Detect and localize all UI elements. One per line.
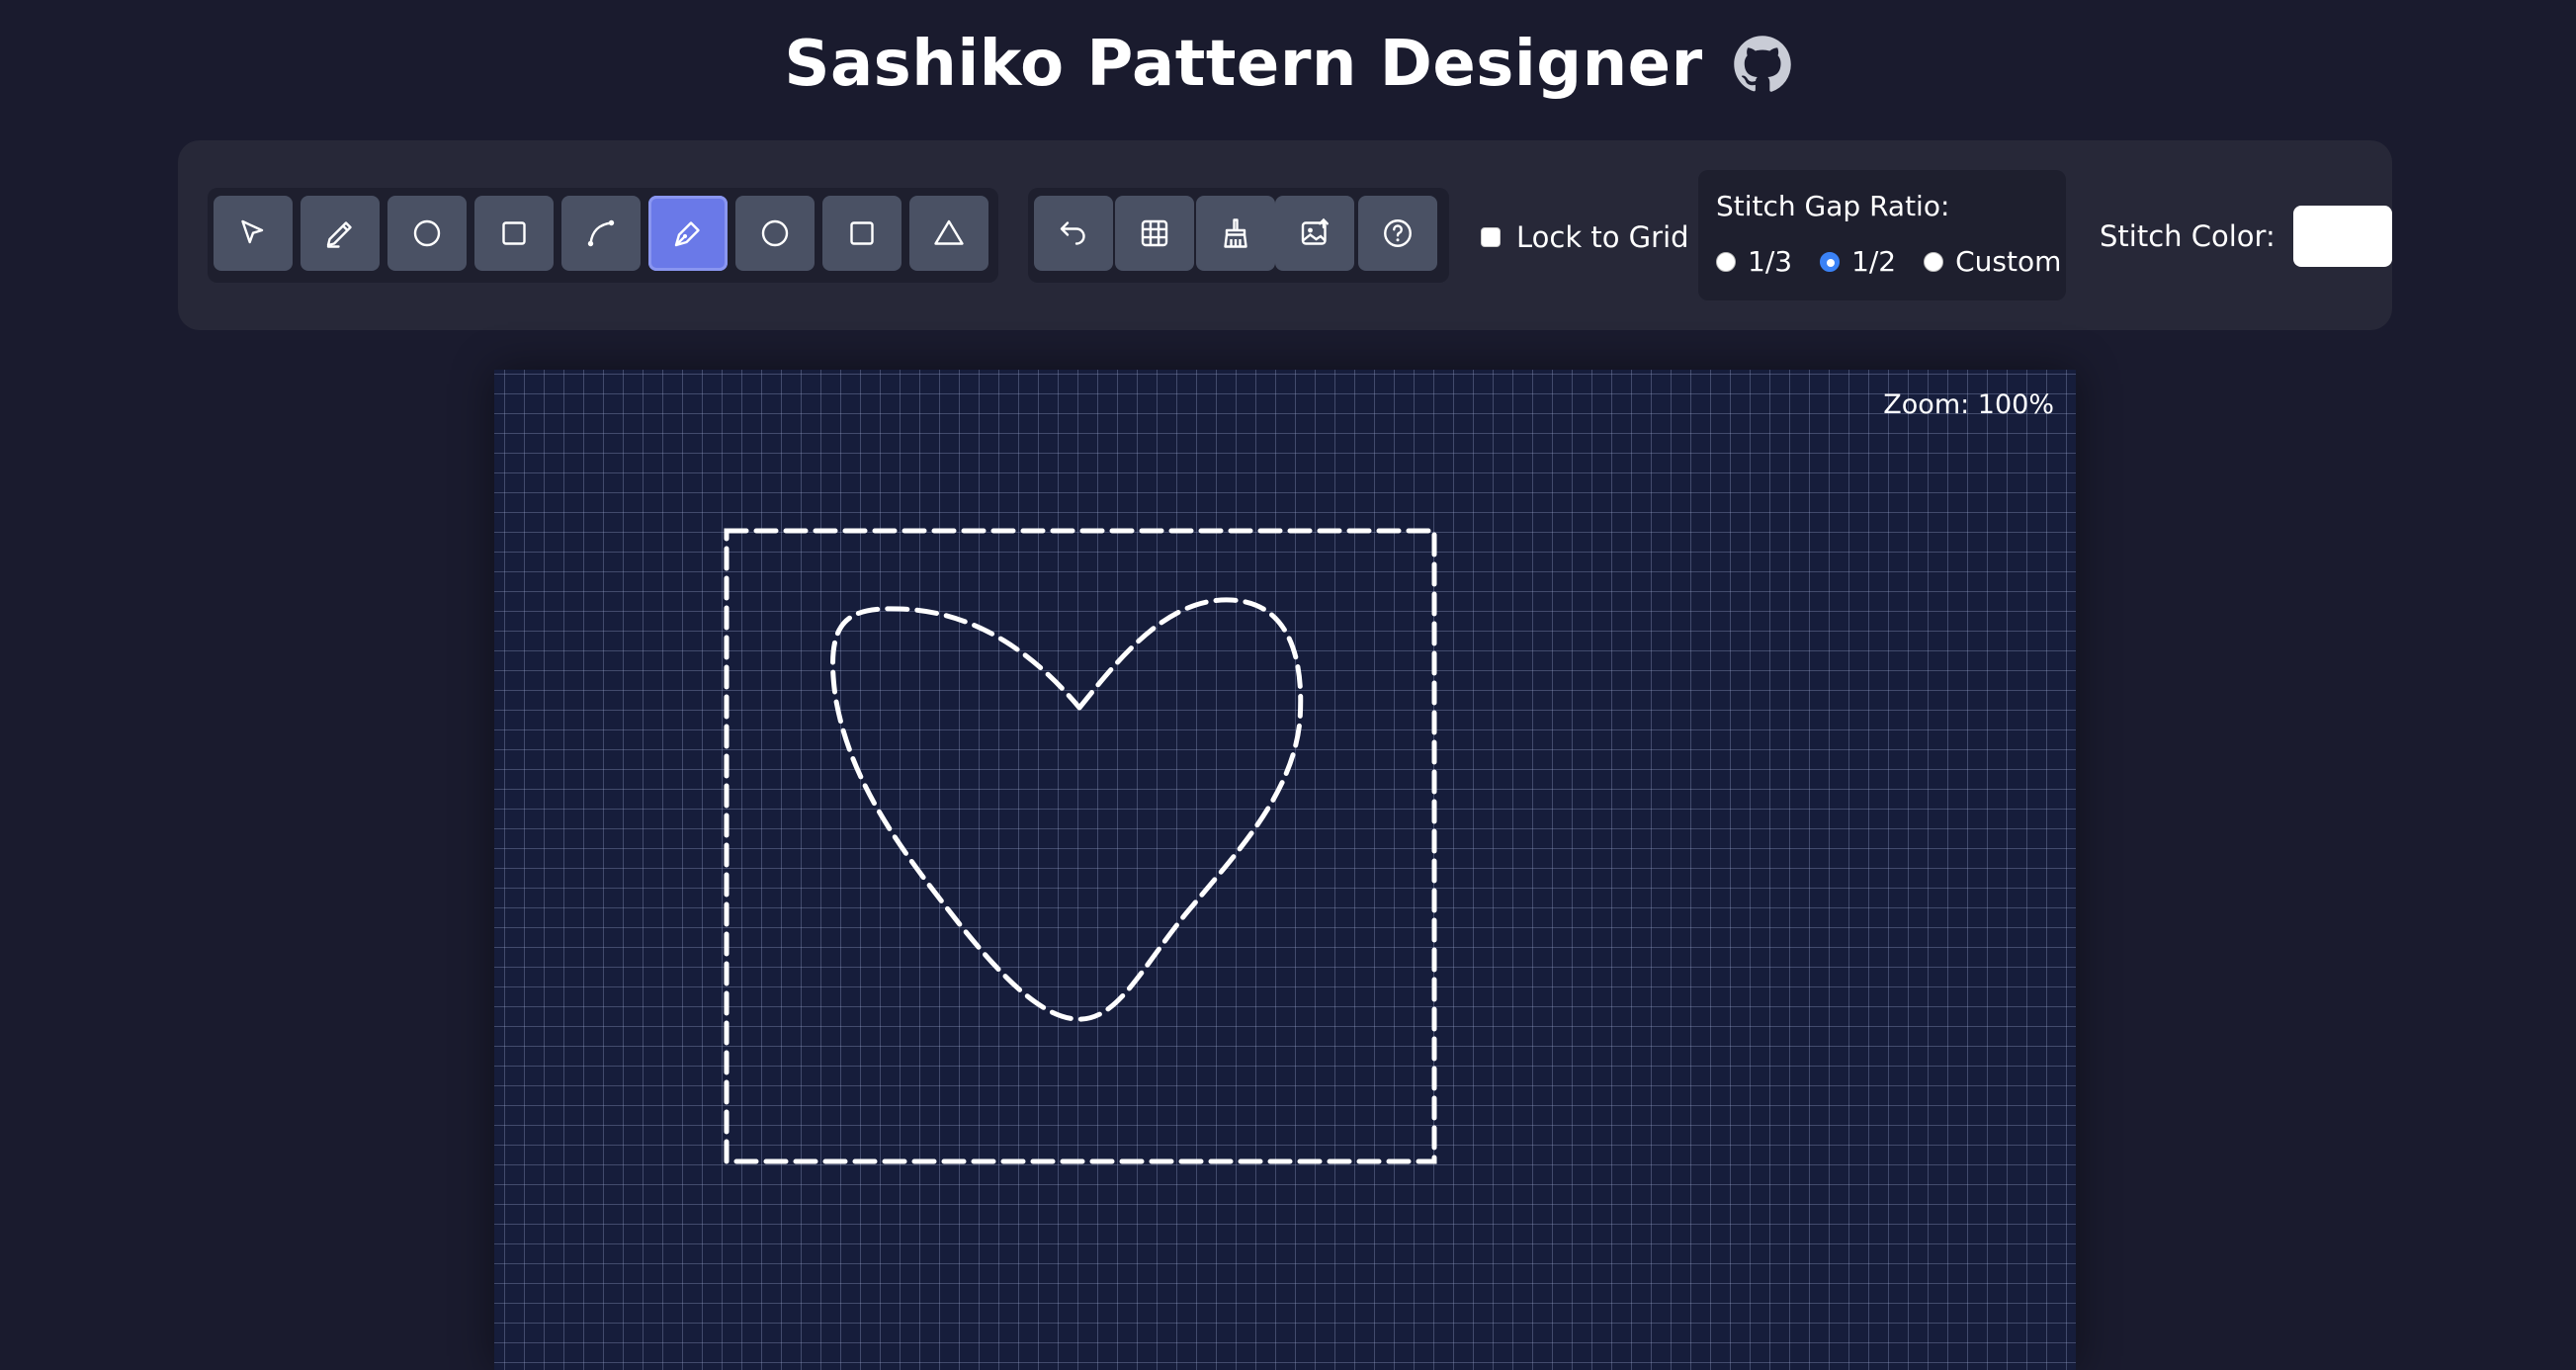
zoom-indicator: Zoom: 100%: [1883, 389, 2054, 420]
broom-icon: [1224, 218, 1247, 248]
stitched-rectangle[interactable]: [724, 528, 1437, 1164]
stitch-color-picker[interactable]: [2292, 206, 2392, 267]
stitch-color: Stitch Color:: [2100, 206, 2392, 267]
clear-button[interactable]: [1196, 196, 1275, 271]
help-icon: [1384, 219, 1412, 247]
help-button[interactable]: [1358, 196, 1437, 271]
gap-option-label: 1/2: [1851, 245, 1897, 278]
github-icon[interactable]: [1733, 35, 1792, 94]
gap-radio-half[interactable]: [1820, 251, 1841, 272]
select-tool-button[interactable]: [214, 196, 293, 271]
cursor-icon: [241, 219, 264, 244]
circle-icon: [413, 219, 441, 247]
export-image-button[interactable]: [1275, 196, 1354, 271]
stitch-color-label: Stitch Color:: [2100, 219, 2275, 253]
draw-tool-group: [208, 188, 998, 283]
gap-option-half[interactable]: 1/2: [1820, 245, 1896, 278]
grid-toggle-button[interactable]: [1115, 196, 1194, 271]
grid-icon: [1141, 219, 1168, 247]
lock-to-grid-label: Lock to Grid: [1516, 220, 1689, 254]
triangle-icon: [934, 219, 964, 245]
undo-button[interactable]: [1034, 196, 1113, 271]
gap-option-label: 1/3: [1748, 245, 1793, 278]
stitch-gap-panel: Stitch Gap Ratio: 1/3 1/2 Custom: [1698, 170, 2066, 300]
lock-to-grid[interactable]: Lock to Grid: [1481, 217, 1689, 257]
stitch-gap-label: Stitch Gap Ratio:: [1716, 190, 1950, 222]
pencil-icon: [326, 221, 352, 248]
toolbar: Lock to Grid Stitch Gap Ratio: 1/3 1/2 C…: [178, 140, 2392, 330]
gap-option-custom[interactable]: Custom: [1924, 245, 2061, 278]
lock-to-grid-checkbox[interactable]: [1481, 227, 1501, 247]
page-title: Sashiko Pattern Designer: [784, 28, 1703, 101]
square-icon: [502, 221, 526, 245]
stitch-layer: [724, 528, 1437, 1164]
triangle-tool-button[interactable]: [909, 196, 988, 271]
square-shape-button[interactable]: [822, 196, 902, 271]
curve-icon: [587, 219, 615, 247]
curve-tool-button[interactable]: [561, 196, 641, 271]
stitched-heart[interactable]: [830, 597, 1304, 1022]
circle-shape-button[interactable]: [735, 196, 815, 271]
image-export-icon: [1301, 217, 1329, 245]
gap-option-label: Custom: [1955, 245, 2062, 278]
gap-radio-third[interactable]: [1716, 251, 1736, 272]
circle-tool-button[interactable]: [387, 196, 467, 271]
stitch-gap-options: 1/3 1/2 Custom: [1716, 245, 2061, 278]
pen-icon: [674, 221, 700, 247]
gap-option-third[interactable]: 1/3: [1716, 245, 1792, 278]
pencil-tool-button[interactable]: [301, 196, 380, 271]
pen-tool-button[interactable]: [648, 196, 728, 271]
square-icon: [850, 221, 874, 245]
drawing-canvas[interactable]: Zoom: 100%: [494, 370, 2076, 1370]
undo-icon: [1060, 221, 1085, 245]
gap-radio-custom[interactable]: [1924, 251, 1944, 272]
circle-icon: [761, 219, 789, 247]
header: Sashiko Pattern Designer: [0, 22, 2576, 107]
square-tool-button[interactable]: [474, 196, 554, 271]
action-tool-group: [1028, 188, 1449, 283]
